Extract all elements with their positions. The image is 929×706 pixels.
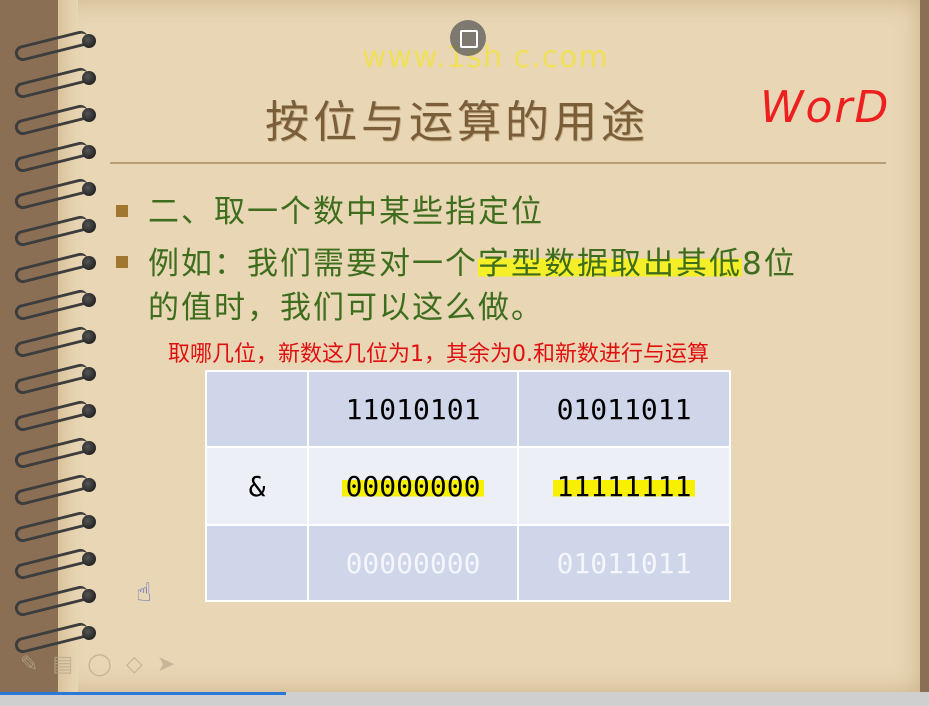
ring-wire — [13, 399, 90, 433]
table-cell — [205, 524, 309, 602]
ring-wire — [13, 29, 90, 63]
ring-hole — [82, 478, 96, 492]
spiral-ring — [13, 325, 104, 359]
bullet-marker — [116, 205, 128, 217]
ring-hole — [82, 108, 96, 122]
spiral-ring — [13, 473, 104, 507]
restore-window-icon[interactable] — [450, 20, 486, 56]
table-row: 00000000 01011011 — [205, 524, 731, 602]
point-2-text: 例如：我们需要对一个 — [148, 246, 478, 282]
ring-wire — [13, 103, 90, 137]
ring-wire — [13, 214, 90, 248]
ring-hole — [82, 441, 96, 455]
spiral-ring — [13, 214, 104, 248]
handwritten-note: WorD — [760, 82, 891, 133]
ring-hole — [82, 589, 96, 603]
slide-title: 按位与运算的用途 — [265, 97, 649, 148]
ring-hole — [82, 182, 96, 196]
ring-wire — [13, 66, 90, 100]
ring-hole — [82, 145, 96, 159]
spiral-binding — [0, 29, 110, 670]
spiral-ring — [13, 436, 104, 470]
spiral-ring — [13, 547, 104, 581]
ring-wire — [13, 547, 90, 581]
title-divider — [110, 162, 886, 164]
point-2-end: 8位 — [742, 246, 797, 282]
ring-hole — [82, 71, 96, 85]
bullet-marker — [116, 256, 128, 268]
ring-wire — [13, 436, 90, 470]
ring-hole — [82, 552, 96, 566]
ring-hole — [82, 367, 96, 381]
ring-hole — [82, 515, 96, 529]
hand-pointer-icon: ☝ — [136, 578, 152, 608]
ring-hole — [82, 404, 96, 418]
ring-wire — [13, 177, 90, 211]
point-2-line-2: 的值时，我们可以这么做。 — [148, 290, 544, 326]
ring-hole — [82, 293, 96, 307]
ring-wire — [13, 473, 90, 507]
spiral-ring — [13, 399, 104, 433]
spiral-ring — [13, 288, 104, 322]
table-cell: 00000000 — [307, 446, 519, 526]
and-operation-table: 11010101 01011011 & 00000000 11111111 00… — [205, 370, 731, 602]
spiral-ring — [13, 584, 104, 618]
red-annotation: 取哪几位，新数这几位为1，其余为0.和新数进行与运算 — [168, 342, 709, 367]
table-cell: & — [205, 446, 309, 526]
table-cell: 01011011 — [517, 524, 731, 602]
table-cell: 01011011 — [517, 370, 731, 448]
table-cell — [205, 370, 309, 448]
annotation-tools[interactable]: ✎▤◯◇➤ — [20, 652, 189, 677]
spiral-ring — [13, 621, 104, 655]
ring-hole — [82, 330, 96, 344]
table-row: 11010101 01011011 — [205, 370, 731, 448]
point-2-line-1: 例如：我们需要对一个字型数据取出其低8位 — [148, 238, 797, 283]
playback-progress[interactable] — [0, 692, 286, 695]
ring-wire — [13, 510, 90, 544]
table-row: & 00000000 11111111 — [205, 446, 731, 526]
ring-wire — [13, 362, 90, 396]
ring-wire — [13, 584, 90, 618]
ring-wire — [13, 621, 90, 655]
ring-wire — [13, 140, 90, 174]
point-2-highlight: 字型数据取出其低 — [478, 246, 742, 282]
highlighted-value: 11111111 — [552, 469, 696, 503]
ring-wire — [13, 288, 90, 322]
table-cell: 00000000 — [307, 524, 519, 602]
ring-wire — [13, 251, 90, 285]
ring-wire — [13, 325, 90, 359]
watermark-url: www.1sh c.com — [362, 40, 609, 75]
spiral-ring — [13, 362, 104, 396]
spiral-ring — [13, 103, 104, 137]
spiral-ring — [13, 510, 104, 544]
spiral-ring — [13, 29, 104, 63]
point-1: 二、取一个数中某些指定位 — [148, 194, 544, 230]
table-cell: 11010101 — [307, 370, 519, 448]
highlighted-value: 00000000 — [341, 469, 485, 503]
ring-hole — [82, 219, 96, 233]
spiral-ring — [13, 140, 104, 174]
spiral-ring — [13, 177, 104, 211]
ring-hole — [82, 34, 96, 48]
ring-hole — [82, 626, 96, 640]
table-cell: 11111111 — [517, 446, 731, 526]
ring-hole — [82, 256, 96, 270]
spiral-ring — [13, 251, 104, 285]
spiral-ring — [13, 66, 104, 100]
